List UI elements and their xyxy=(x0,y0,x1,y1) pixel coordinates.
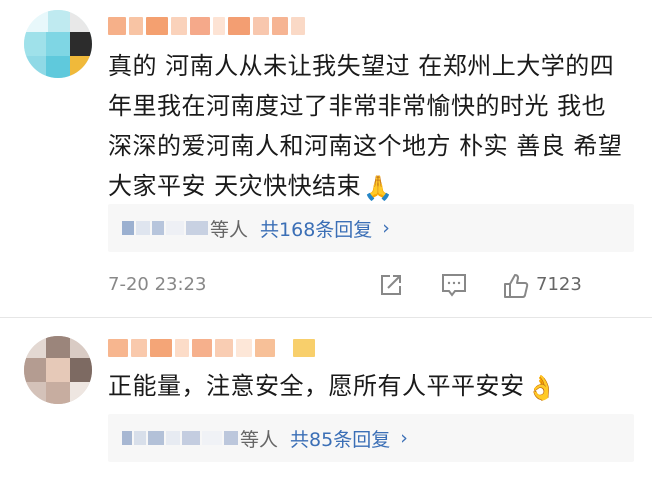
avatar[interactable] xyxy=(24,10,92,78)
timestamp: 7-20 23:23 xyxy=(108,274,207,295)
replies-who: 等人 xyxy=(240,428,279,451)
comment-item: 真的 河南人从未让我失望过 在郑州上大学的四年里我在河南度过了非常非常愉快的时光… xyxy=(0,0,652,318)
username-censored[interactable] xyxy=(108,336,315,360)
replies-preview[interactable]: 等人 共168条回复 › xyxy=(108,204,634,252)
replies-count-link[interactable]: 共85条回复 xyxy=(290,425,390,452)
comment-icon[interactable] xyxy=(440,272,468,303)
chevron-right-icon: › xyxy=(400,427,408,449)
username-censored[interactable] xyxy=(108,14,305,38)
thumbs-up-icon[interactable] xyxy=(502,272,530,305)
comment-text: 真的 河南人从未让我失望过 在郑州上大学的四年里我在河南度过了非常非常愉快的时光… xyxy=(108,46,628,208)
avatar[interactable] xyxy=(24,336,92,404)
replies-preview[interactable]: 等人 共85条回复 › xyxy=(108,414,634,462)
comment-footer: 7-20 23:23 7123 xyxy=(108,270,604,302)
chevron-right-icon: › xyxy=(382,217,390,239)
ok-hand-emoji: 👌 xyxy=(526,374,557,402)
comment-text: 正能量，注意安全，愿所有人平平安安👌 xyxy=(108,366,628,408)
replies-who: 等人 xyxy=(210,218,249,241)
reply-user-avatars xyxy=(122,431,238,445)
comment-item: 正能量，注意安全，愿所有人平平安安👌 等人 共85条回复 › xyxy=(0,318,652,480)
like-count: 7123 xyxy=(536,274,582,295)
reply-user-avatars xyxy=(122,221,208,235)
praying-hands-emoji: 🙏 xyxy=(363,174,394,202)
share-icon[interactable] xyxy=(378,272,404,303)
replies-count-link[interactable]: 共168条回复 xyxy=(260,215,372,242)
